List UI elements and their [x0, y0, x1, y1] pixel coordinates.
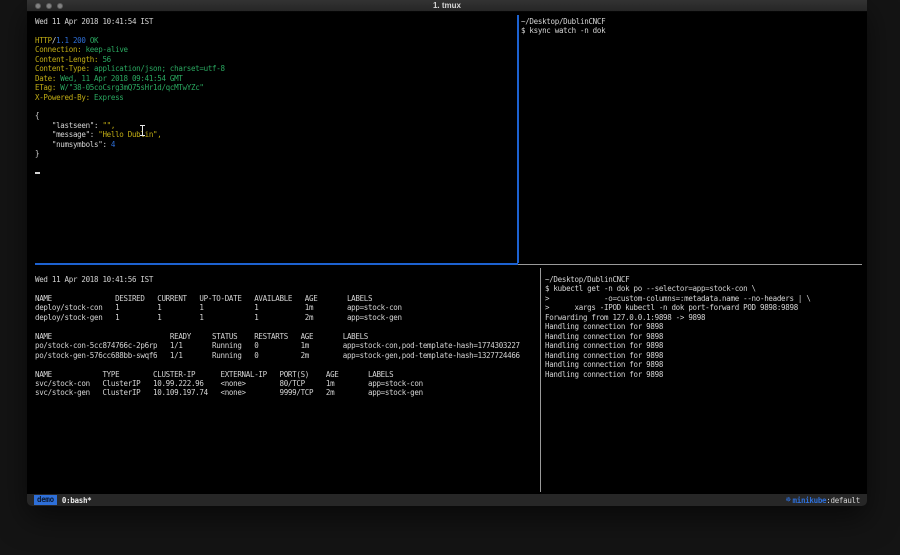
ksync-output: ~/Desktop/DublinCNCF $ ksync watch -n do… — [521, 17, 861, 36]
terminal-window: 1. tmux Wed 11 Apr 2018 10:41:54 IST HTT… — [27, 0, 867, 506]
mouse-cursor-ibeam — [139, 125, 146, 136]
kubernetes-icon: ☸ — [786, 495, 791, 505]
blank-line — [35, 102, 515, 111]
http-header-line: ETag: W/"38-05coCsrg3mQ75sHr1d/qcMTwYZc" — [35, 83, 515, 92]
pane-border-horizontal-active[interactable] — [35, 263, 518, 265]
terminal-cursor — [35, 172, 40, 174]
pane-border-horizontal[interactable] — [518, 264, 862, 265]
pane-port-forward[interactable]: ~/Desktop/DublinCNCF $ kubectl get -n do… — [545, 275, 860, 379]
window-titlebar[interactable]: 1. tmux — [27, 0, 867, 12]
http-header-line: X-Powered-By: Express — [35, 93, 515, 102]
http-status-line: HTTP/1.1 200 OK — [35, 36, 515, 45]
json-open-brace: { — [35, 111, 515, 120]
prompt-line — [35, 168, 515, 177]
blank-line — [35, 26, 515, 35]
pane-border-vertical-top[interactable] — [517, 15, 519, 263]
kubectl-get-output: Wed 11 Apr 2018 10:41:56 IST NAME DESIRE… — [35, 275, 538, 398]
desktop-background: 1. tmux Wed 11 Apr 2018 10:41:54 IST HTT… — [0, 0, 900, 555]
window-title: 1. tmux — [27, 1, 867, 10]
blank-line — [35, 159, 515, 168]
json-close-brace: } — [35, 149, 515, 158]
http-header-line: Date: Wed, 11 Apr 2018 09:41:54 GMT — [35, 74, 515, 83]
session-name[interactable]: demo — [34, 495, 57, 505]
pane-ksync[interactable]: ~/Desktop/DublinCNCF $ ksync watch -n do… — [521, 17, 861, 36]
http-header-line: Content-Length: 56 — [35, 55, 515, 64]
kube-namespace: :default — [826, 496, 860, 505]
window-tab[interactable]: 0:bash* — [62, 496, 92, 505]
pane-http-response[interactable]: Wed 11 Apr 2018 10:41:54 IST HTTP/1.1 20… — [35, 17, 515, 177]
tmux-terminal: Wed 11 Apr 2018 10:41:54 IST HTTP/1.1 20… — [27, 13, 867, 493]
port-forward-output: ~/Desktop/DublinCNCF $ kubectl get -n do… — [545, 275, 860, 379]
timestamp-line: Wed 11 Apr 2018 10:41:54 IST — [35, 17, 515, 26]
json-lastseen-line: "lastseen": "", — [35, 121, 515, 130]
pane-border-vertical-bottom[interactable] — [540, 268, 541, 492]
json-message-line: "message": "Hello Dublin", — [35, 130, 515, 139]
pane-kubectl-get[interactable]: Wed 11 Apr 2018 10:41:56 IST NAME DESIRE… — [35, 275, 538, 398]
tmux-status-bar: demo 0:bash* ☸ minikube :default — [27, 494, 867, 506]
http-header-line: Content-Type: application/json; charset=… — [35, 64, 515, 73]
json-numsymbols-line: "numsymbols": 4 — [35, 140, 515, 149]
http-header-line: Connection: keep-alive — [35, 45, 515, 54]
kube-context: minikube — [793, 496, 827, 505]
